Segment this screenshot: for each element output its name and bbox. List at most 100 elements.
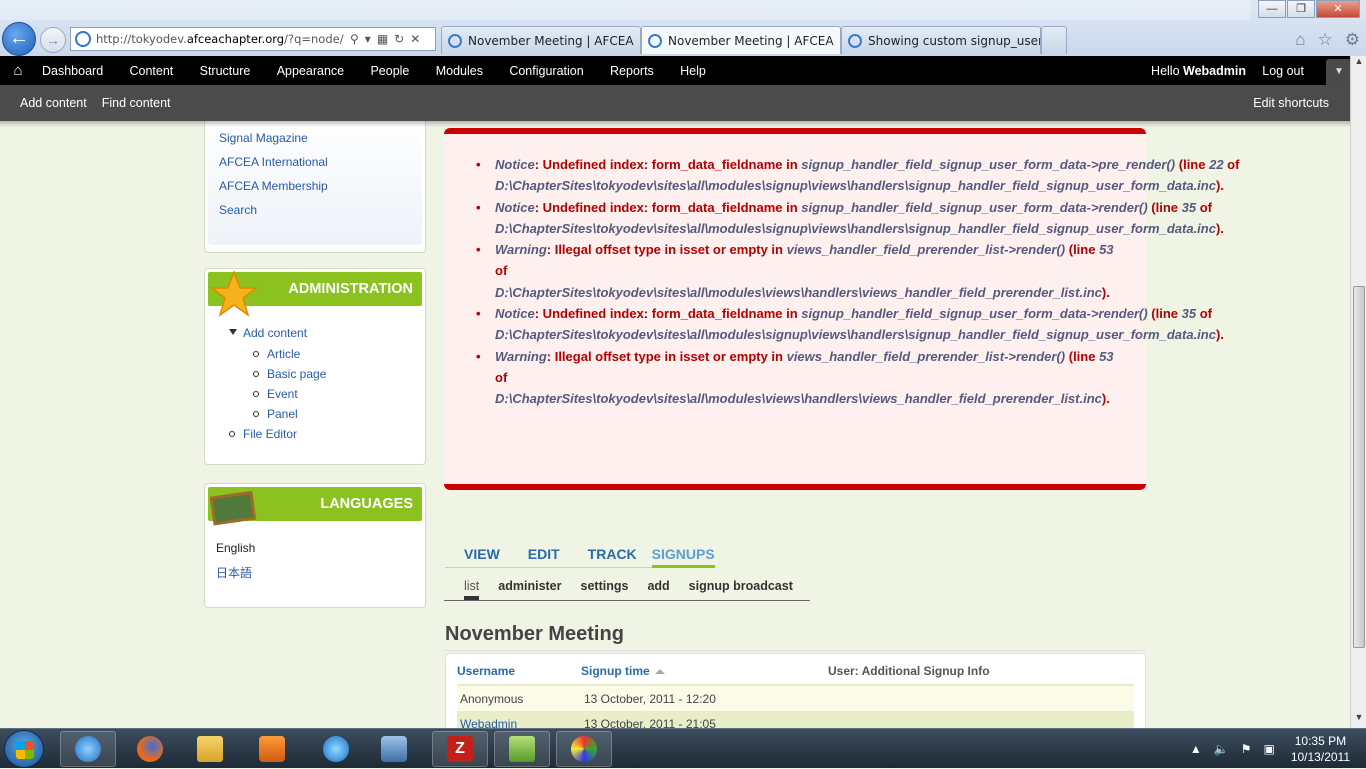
close-window-button[interactable]: ✕ [1316, 0, 1360, 18]
new-tab-button[interactable] [1041, 26, 1067, 54]
subtab-administer[interactable]: administer [498, 579, 561, 600]
close-tab-icon[interactable]: ✕ [834, 33, 840, 48]
dropdown-icon[interactable]: ▾ [365, 32, 371, 46]
admin-item-article[interactable]: Article [226, 347, 412, 361]
firefox-icon [137, 736, 163, 762]
start-button[interactable] [4, 730, 44, 768]
sidebar-link-afcea-membership[interactable]: AFCEA Membership [219, 179, 411, 193]
tab-edit[interactable]: EDIT [528, 546, 560, 567]
cell-username-link[interactable]: Webadmin [460, 717, 584, 729]
taskbar-filezilla[interactable]: Z [432, 731, 488, 767]
ie-page-icon [75, 31, 91, 47]
column-header-signup-time[interactable]: Signup time [581, 664, 828, 684]
toolbar-item-help[interactable]: Help [680, 64, 706, 78]
vertical-scrollbar[interactable]: ▲ ▼ [1350, 56, 1366, 728]
stop-icon[interactable]: ✕ [410, 32, 420, 46]
admin-item-event[interactable]: Event [226, 387, 412, 401]
home-icon[interactable]: ⌂ [1295, 30, 1305, 50]
toolbar-item-content[interactable]: Content [130, 64, 174, 78]
logout-link[interactable]: Log out [1262, 64, 1304, 78]
scrollbar-thumb[interactable] [1353, 286, 1365, 648]
message-item: Warning: Illegal offset type in isset or… [476, 346, 1125, 410]
subtab-settings[interactable]: settings [581, 579, 629, 600]
edit-shortcuts-link[interactable]: Edit shortcuts [1253, 96, 1329, 110]
column-header-username[interactable]: Username [457, 664, 581, 684]
ie-tab-icon [448, 33, 462, 48]
tools-gear-icon[interactable]: ⚙ [1345, 30, 1360, 50]
subtab-signup-broadcast[interactable]: signup broadcast [689, 579, 793, 600]
tab-view[interactable]: VIEW [464, 546, 500, 567]
refresh-icon[interactable]: ↻ [394, 32, 404, 46]
browser-tab-2[interactable]: November Meeting | AFCEA ✕ [641, 26, 841, 54]
address-url[interactable]: http://tokyodev.afceachapter.org/?q=node… [96, 32, 344, 46]
window-controls: — ❐ ✕ [1257, 0, 1360, 18]
admin-add-content[interactable]: Add content [226, 326, 412, 340]
sidebar-link-signal-magazine[interactable]: Signal Magazine [219, 131, 411, 145]
address-bar[interactable]: http://tokyodev.afceachapter.org/?q=node… [70, 27, 436, 51]
back-button[interactable]: ← [2, 22, 36, 56]
minimize-button[interactable]: — [1258, 0, 1286, 18]
language-english[interactable]: English [216, 541, 414, 555]
page-title: November Meeting [445, 623, 1145, 651]
languages-block: LANGUAGES English 日本語 [204, 483, 426, 608]
taskbar-media-player[interactable] [244, 731, 300, 767]
ie-tab-icon [848, 33, 862, 48]
show-hidden-icons-icon[interactable]: ▲ [1190, 742, 1202, 756]
admin-file-editor[interactable]: File Editor [226, 427, 412, 441]
virtualbox-icon [381, 736, 407, 762]
username-link[interactable]: Webadmin [1183, 64, 1246, 78]
sidebar-link-afcea-international[interactable]: AFCEA International [219, 155, 411, 169]
admin-item-basic-page[interactable]: Basic page [226, 367, 412, 381]
favorites-star-icon[interactable]: ☆ [1318, 30, 1333, 50]
forward-button[interactable]: → [40, 27, 66, 53]
subtab-list[interactable]: list [464, 579, 480, 600]
taskbar-internet-explorer[interactable] [60, 731, 116, 767]
star-icon [210, 270, 258, 317]
scroll-down-icon[interactable]: ▼ [1351, 712, 1366, 728]
toolbar-item-people[interactable]: People [370, 64, 409, 78]
taskbar-firefox[interactable] [122, 731, 178, 767]
language-japanese[interactable]: 日本語 [216, 564, 414, 581]
tab-track[interactable]: TRACK [588, 546, 637, 567]
admin-toolbar: ⌂ Dashboard Content Structure Appearance… [0, 56, 1366, 85]
scroll-up-icon[interactable]: ▲ [1351, 56, 1366, 72]
shortcut-add-content[interactable]: Add content [20, 96, 87, 110]
toolbar-item-reports[interactable]: Reports [610, 64, 654, 78]
admin-item-panel[interactable]: Panel [226, 407, 412, 421]
tab-signups[interactable]: SIGNUPS [651, 546, 715, 568]
system-tray: ▲ 🔈 ⚑ ▣ 10:35 PM 10/13/2011 [1190, 729, 1350, 769]
bullet-icon [253, 391, 259, 397]
action-center-flag-icon[interactable]: ⚑ [1241, 742, 1252, 756]
home-icon[interactable]: ⌂ [0, 62, 36, 79]
user-greeting: Hello Webadmin [1151, 63, 1246, 78]
taskbar-virtualbox[interactable] [366, 731, 422, 767]
sort-ascending-icon [654, 669, 665, 675]
compatibility-icon[interactable]: ▦ [377, 32, 388, 46]
paint-palette-icon [571, 736, 597, 762]
toolbar-item-configuration[interactable]: Configuration [509, 64, 583, 78]
toolbar-item-modules[interactable]: Modules [436, 64, 483, 78]
shortcuts-toggle-icon[interactable]: ▼ [1326, 59, 1352, 85]
search-icon[interactable]: ⚲ [350, 32, 359, 46]
volume-icon[interactable]: 🔈 [1214, 742, 1229, 756]
bullet-icon [229, 431, 235, 437]
title-bar [0, 0, 1250, 20]
browser-tab-1[interactable]: November Meeting | AFCEA [441, 26, 641, 54]
subtab-add[interactable]: add [647, 579, 669, 600]
toolbar-item-appearance[interactable]: Appearance [277, 64, 344, 78]
toolbar-item-structure[interactable]: Structure [200, 64, 251, 78]
shortcut-find-content[interactable]: Find content [102, 96, 171, 110]
bullet-icon [253, 411, 259, 417]
maximize-button[interactable]: ❐ [1287, 0, 1315, 18]
browser-tab-3[interactable]: Showing custom signup_user_... [841, 26, 1041, 54]
taskbar-itunes[interactable] [308, 731, 364, 767]
network-icon[interactable]: ▣ [1263, 742, 1274, 756]
sidebar-link-search[interactable]: Search [219, 203, 411, 217]
clock[interactable]: 10:35 PM 10/13/2011 [1291, 733, 1350, 765]
taskbar-explorer[interactable] [182, 731, 238, 767]
languages-header: LANGUAGES [208, 487, 422, 526]
itunes-icon [323, 736, 349, 762]
taskbar-notepad-plus[interactable] [494, 731, 550, 767]
toolbar-item-dashboard[interactable]: Dashboard [42, 64, 103, 78]
taskbar-paint[interactable] [556, 731, 612, 767]
